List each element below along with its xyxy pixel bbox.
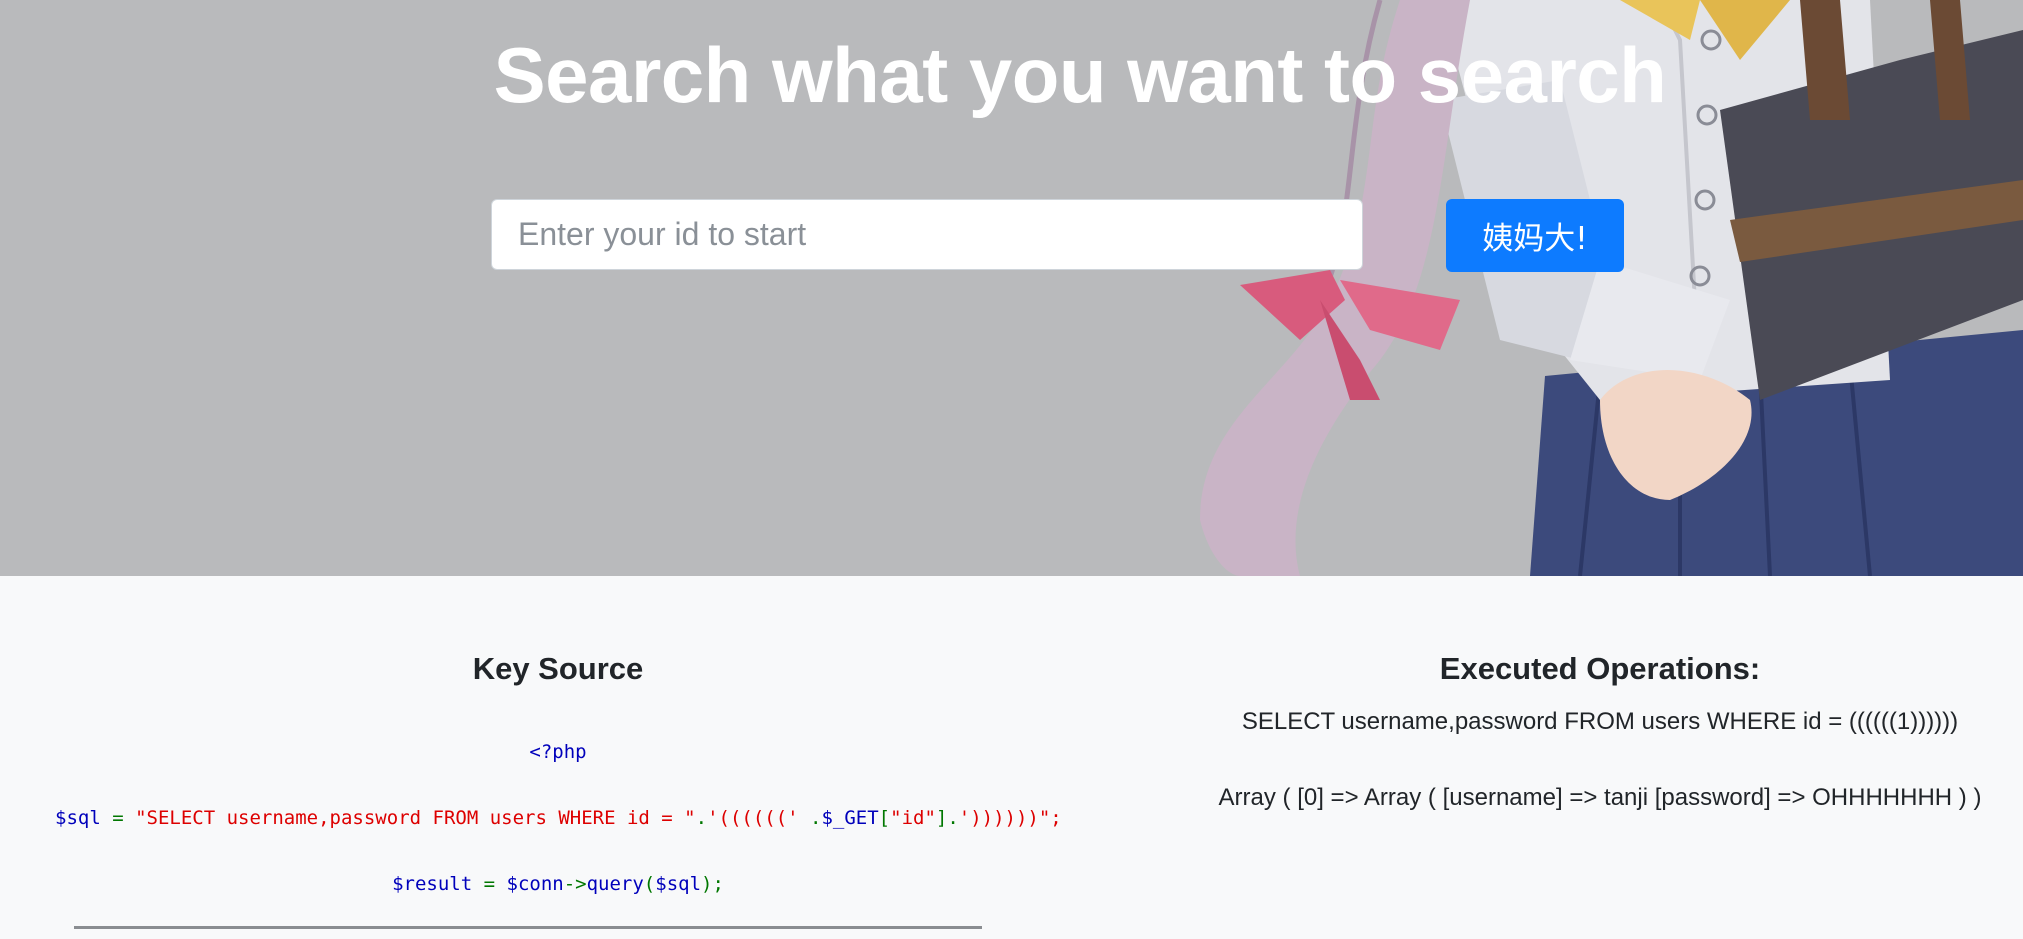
sql-code-line: $sql = "SELECT username,password FROM us… xyxy=(55,807,1063,829)
divider xyxy=(74,926,982,929)
executed-operations-heading: Executed Operations: xyxy=(1439,651,1761,686)
executed-result: Array ( [0] => Array ( [username] => tan… xyxy=(1218,784,1982,811)
sql-arg: $sql xyxy=(655,873,702,895)
sql-suffix: '))))))"; xyxy=(958,807,1062,829)
sql-var: $sql xyxy=(55,807,101,829)
sql-concat: . xyxy=(695,807,708,829)
key-source-heading: Key Source xyxy=(472,651,644,686)
sql-concat: . xyxy=(947,807,959,829)
sql-prefix: '((((((' xyxy=(707,807,811,829)
conn-var: $conn xyxy=(506,873,564,895)
result-code-line: $result = $conn->query($sql); xyxy=(0,873,1116,895)
arrow-op: -> xyxy=(563,873,587,895)
paren-open: ( xyxy=(643,873,656,895)
sql-key: "id" xyxy=(890,807,936,829)
search-input[interactable] xyxy=(491,199,1363,270)
sql-bracket: [ xyxy=(878,807,891,829)
sql-bracket: ] xyxy=(935,807,948,829)
paren-close: ); xyxy=(701,873,724,895)
result-assign: = xyxy=(472,873,507,895)
executed-query: SELECT username,password FROM users WHER… xyxy=(1241,708,1959,735)
hero-banner: Search what you want to search 姨妈大! xyxy=(0,0,2023,576)
result-var: $result xyxy=(392,873,473,895)
search-button[interactable]: 姨妈大! xyxy=(1446,199,1624,272)
sql-get-var: $_GET xyxy=(821,807,879,829)
sql-assign: = xyxy=(100,807,136,829)
query-method: query xyxy=(586,873,644,895)
page-title: Search what you want to search xyxy=(493,31,1667,119)
sql-string: "SELECT username,password FROM users WHE… xyxy=(135,807,696,829)
sql-concat: . xyxy=(810,807,822,829)
php-open-tag: <?php xyxy=(529,741,587,763)
